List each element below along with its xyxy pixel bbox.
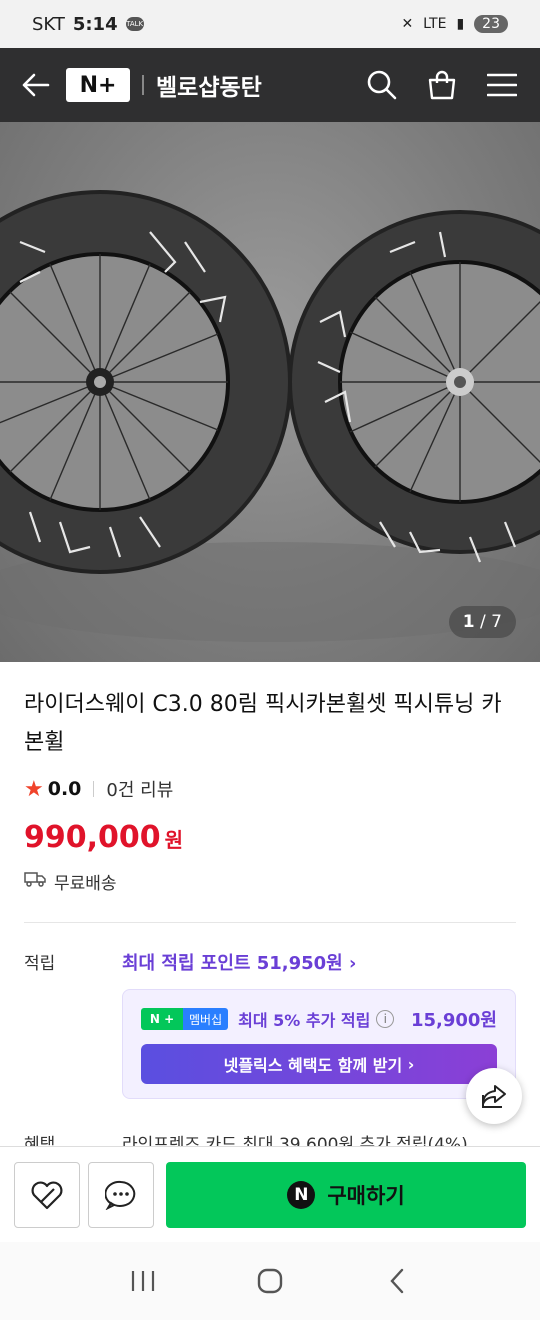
card-benefit-text: 라인프렌즈 카드 최대 39,600원 추가 적립(4%)	[122, 1135, 468, 1146]
product-title: 라이더스웨이 C3.0 80림 픽시카본휠셋 픽시튜닝 카본휠	[24, 692, 502, 755]
card-benefit-row[interactable]: 혜택 라인프렌즈 카드 최대 39,600원 추가 적립(4%)	[24, 1130, 516, 1146]
image-counter: 1 / 7	[448, 606, 516, 638]
menu-icon[interactable]	[484, 67, 520, 103]
clock: 5:14	[72, 13, 118, 35]
app-header: N+ 벨로샵동탄	[0, 48, 540, 122]
naver-plus-membership-badge: N + 멤버십	[141, 1008, 229, 1030]
wishlist-button[interactable]	[14, 1161, 80, 1228]
header-divider	[142, 75, 144, 95]
points-label: 적립	[24, 954, 56, 974]
rating-row[interactable]: ★ 0.0 0건 리뷰	[24, 776, 516, 802]
section-divider	[24, 922, 516, 923]
shipping-info: 무료배송	[24, 869, 516, 894]
price-amount: 990,000	[24, 820, 161, 855]
home-icon[interactable]	[250, 1261, 290, 1301]
heart-icon	[31, 1181, 63, 1209]
talk-notification-icon: TALK	[125, 17, 144, 31]
buy-label: 구매하기	[327, 1183, 405, 1208]
product-photo-wheels	[0, 190, 540, 642]
store-name[interactable]: 벨로샵동탄	[156, 68, 262, 102]
back-arrow-icon[interactable]	[20, 69, 52, 101]
rating-score: 0.0	[47, 778, 82, 800]
rating-divider	[93, 781, 95, 797]
naver-pay-n-icon: N	[287, 1180, 316, 1209]
netflix-benefit-button[interactable]: 넷플릭스 혜택도 함께 받기 ›	[141, 1044, 497, 1084]
battery-badge: 23	[474, 15, 508, 33]
max-points-link[interactable]: 최대 적립 포인트 51,950원 ›	[122, 949, 356, 975]
purchase-bar: N 구매하기	[0, 1146, 540, 1242]
info-icon[interactable]: i	[376, 1010, 395, 1028]
back-nav-icon[interactable]	[377, 1261, 417, 1301]
membership-extra-points: 최대 5% 추가 적립	[238, 1011, 371, 1030]
share-button[interactable]	[466, 1068, 522, 1124]
buy-button[interactable]: N 구매하기	[166, 1161, 526, 1228]
shopping-bag-icon[interactable]	[424, 67, 460, 103]
delivery-truck-icon	[24, 871, 46, 892]
status-bar: SKT 5:14 TALK ✕ LTE ▮ 23	[0, 0, 540, 48]
price: 990,000 원	[24, 820, 516, 855]
recent-apps-icon[interactable]	[123, 1261, 163, 1301]
shipping-label: 무료배송	[54, 874, 117, 894]
product-image-gallery[interactable]: 1 / 7	[0, 122, 540, 662]
chat-bubble-icon	[105, 1180, 136, 1210]
star-icon: ★	[24, 776, 44, 802]
signal-icon: ▮	[456, 16, 465, 32]
membership-benefit-box: N + 멤버십 최대 5% 추가 적립 i 15,900원 넷플릭스 혜택도 함…	[122, 989, 516, 1099]
share-icon	[482, 1085, 506, 1108]
system-nav-bar	[0, 1242, 540, 1320]
search-icon[interactable]	[364, 67, 400, 103]
benefit-label: 혜택	[24, 1135, 56, 1146]
network-label: LTE	[423, 16, 447, 32]
mute-icon: ✕	[401, 16, 414, 32]
naver-plus-logo[interactable]: N+	[66, 68, 130, 102]
price-currency: 원	[164, 828, 184, 852]
review-count-link[interactable]: 0건 리뷰	[106, 776, 173, 802]
carrier-label: SKT	[32, 13, 65, 35]
membership-points-amount: 15,900원	[410, 1010, 497, 1031]
talk-button[interactable]	[88, 1161, 154, 1228]
